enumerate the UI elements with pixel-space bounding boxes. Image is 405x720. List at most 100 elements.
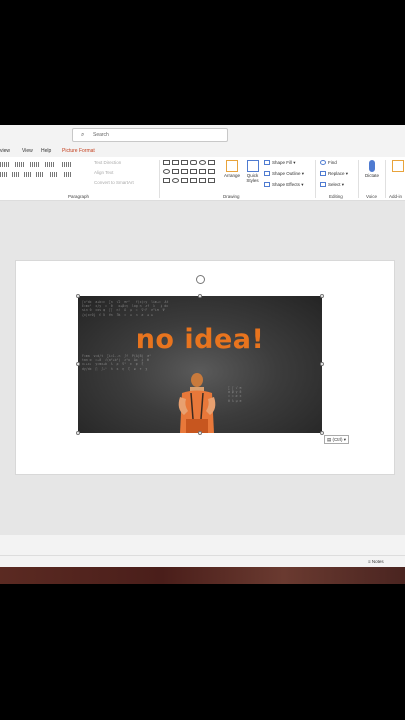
paint-bucket-icon <box>264 160 270 166</box>
chalk-scribble: F=ma v=d/t ∑i=1..n ∫f P(A|B) σ² tan α ∞→… <box>82 354 152 371</box>
group-separator <box>315 160 316 198</box>
align-left-button[interactable] <box>0 172 7 177</box>
shape-effects-label: Shape Effects <box>272 182 300 187</box>
shape-item[interactable] <box>181 169 188 174</box>
resize-handle[interactable] <box>320 362 324 366</box>
tab-review[interactable]: view <box>0 148 10 154</box>
notes-button[interactable]: ≡ Notes <box>368 559 384 564</box>
desktop-strip <box>0 567 405 584</box>
paste-options-label: (Ctrl) <box>332 437 343 442</box>
tab-picture-format[interactable]: Picture Format <box>62 148 95 154</box>
shape-item[interactable] <box>199 160 206 165</box>
find-icon <box>320 160 326 166</box>
group-separator <box>385 160 386 198</box>
powerpoint-window: ⌕ Search view View Help Picture Format T… <box>0 125 405 567</box>
resize-handle[interactable] <box>76 294 80 298</box>
group-separator <box>358 160 359 198</box>
addins-button[interactable] <box>389 160 405 173</box>
ribbon: Text Direction Align Text Convert to Sma… <box>0 157 405 201</box>
rotate-handle[interactable] <box>196 275 205 284</box>
shape-item[interactable] <box>199 169 206 174</box>
resize-handle[interactable] <box>320 294 324 298</box>
select-button[interactable]: Select ▾ <box>320 182 344 188</box>
arrange-label: Arrange <box>223 173 240 178</box>
shape-item[interactable] <box>181 160 188 165</box>
addins-icon <box>392 160 404 172</box>
shape-item[interactable] <box>190 169 197 174</box>
select-label: Select <box>328 182 341 187</box>
decrease-indent-button[interactable] <box>30 162 40 167</box>
clipboard-icon: ▤ <box>327 437 332 442</box>
resize-handle[interactable] <box>198 431 202 435</box>
align-center-button[interactable] <box>12 172 19 177</box>
microphone-icon <box>369 160 375 172</box>
dictate-button[interactable]: Dictate <box>362 160 382 178</box>
columns-button[interactable] <box>50 172 57 177</box>
shape-item[interactable] <box>172 169 179 174</box>
tab-help[interactable]: Help <box>41 148 51 154</box>
replace-button[interactable]: Replace ▾ <box>320 171 348 177</box>
editing-group-label: Editing <box>329 194 343 199</box>
shape-effects-button[interactable]: Shape Effects ▾ <box>264 182 303 188</box>
paragraph-group-label: Paragraph <box>68 194 90 199</box>
voice-group-label: Voice <box>366 194 378 199</box>
group-separator <box>159 160 160 198</box>
shape-item[interactable] <box>172 160 179 165</box>
shape-item[interactable] <box>163 160 170 165</box>
align-text-button[interactable]: Align Text <box>94 170 113 175</box>
resize-handle[interactable] <box>198 294 202 298</box>
replace-label: Replace <box>328 171 345 176</box>
chalk-scribble: ∑ ∫ √ π α β γ δ ∞ ≈ ≠ ± θ λ μ σ <box>228 386 242 403</box>
select-icon <box>320 182 326 188</box>
increase-indent-button[interactable] <box>45 162 55 167</box>
resize-handle[interactable] <box>76 362 80 366</box>
addins-group-label: Add-in <box>389 194 403 199</box>
shape-item[interactable] <box>181 178 188 183</box>
drawing-group-label: Drawing <box>223 194 240 199</box>
justify-button[interactable] <box>36 172 43 177</box>
shape-outline-label: Shape Outline <box>272 171 301 176</box>
selected-picture[interactable]: ∫x²dx a+b=c ∑n √2 πr² f(x)=y lim→∞ Δt E=… <box>78 296 322 433</box>
ribbon-tabs: view View Help Picture Format <box>0 146 405 156</box>
shape-item[interactable] <box>163 178 170 183</box>
slide-canvas: ∫x²dx a+b=c ∑n √2 πr² f(x)=y lim→∞ Δt E=… <box>0 201 405 535</box>
quick-styles-icon <box>246 160 259 172</box>
find-button[interactable]: Find <box>320 160 337 166</box>
slide[interactable]: ∫x²dx a+b=c ∑n √2 πr² f(x)=y lim→∞ Δt E=… <box>15 260 395 475</box>
paragraph-spacing-button[interactable] <box>64 172 71 177</box>
notes-label: Notes <box>371 559 384 564</box>
shape-item[interactable] <box>208 160 215 165</box>
numbering-button[interactable] <box>15 162 25 167</box>
paste-options-button[interactable]: ▤ (Ctrl) ▾ <box>324 435 350 444</box>
search-placeholder: Search <box>93 132 109 138</box>
effects-icon <box>264 182 270 188</box>
shape-outline-button[interactable]: Shape Outline ▾ <box>264 171 304 177</box>
convert-smartart-button[interactable]: Convert to SmartArt <box>94 180 134 185</box>
align-right-button[interactable] <box>24 172 31 177</box>
shape-item[interactable] <box>172 178 179 183</box>
shape-item[interactable] <box>190 178 197 183</box>
resize-handle[interactable] <box>76 431 80 435</box>
shape-item[interactable] <box>163 169 170 174</box>
search-box[interactable]: ⌕ Search <box>72 128 228 142</box>
shape-item[interactable] <box>190 160 197 165</box>
shape-item[interactable] <box>208 169 215 174</box>
bullets-button[interactable] <box>0 162 10 167</box>
title-bar: ⌕ Search <box>0 125 405 145</box>
shape-fill-button[interactable]: Shape Fill ▾ <box>264 160 296 166</box>
status-bar: ≡ Notes <box>0 555 405 567</box>
picture-caption-text: no idea! <box>135 324 265 355</box>
quick-styles-button[interactable]: Quick Styles <box>244 160 261 183</box>
shapes-gallery[interactable] <box>163 160 218 188</box>
pen-icon <box>264 171 270 177</box>
find-label: Find <box>328 160 337 165</box>
shape-item[interactable] <box>208 178 215 183</box>
tab-view[interactable]: View <box>22 148 33 154</box>
quick-styles-label: Quick Styles <box>246 173 259 183</box>
arrange-button[interactable]: Arrange <box>222 160 242 178</box>
dictate-label: Dictate <box>364 173 379 178</box>
shape-item[interactable] <box>199 178 206 183</box>
text-direction-button[interactable]: Text Direction <box>94 160 121 165</box>
line-spacing-button[interactable] <box>62 162 72 167</box>
replace-icon <box>320 171 326 177</box>
